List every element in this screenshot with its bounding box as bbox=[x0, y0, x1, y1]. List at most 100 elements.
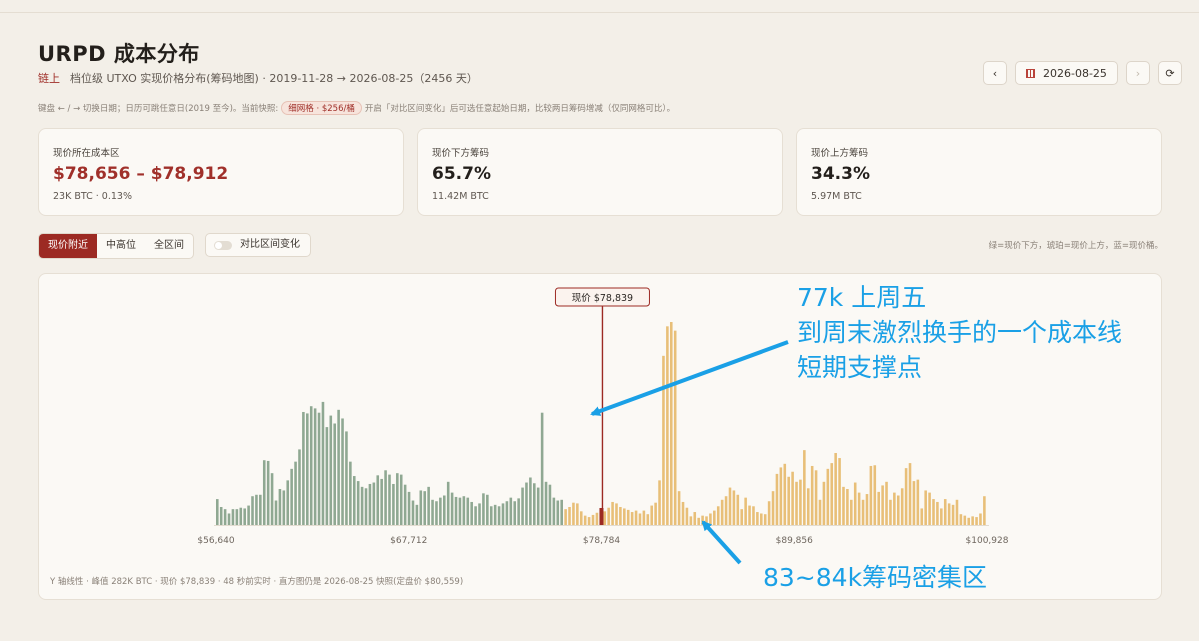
histogram-bar bbox=[881, 485, 884, 525]
histogram-bar bbox=[380, 478, 383, 525]
tab-full-range[interactable]: 全区间 bbox=[145, 234, 193, 258]
histogram-bar bbox=[611, 501, 614, 525]
histogram-bar bbox=[626, 509, 630, 525]
histogram-bar bbox=[407, 491, 411, 525]
histogram-bar bbox=[345, 431, 348, 525]
histogram-bar bbox=[889, 499, 892, 525]
histogram-bar bbox=[912, 481, 916, 525]
histogram-bar bbox=[583, 515, 587, 525]
histogram-bar bbox=[278, 489, 282, 525]
histogram-bar bbox=[337, 409, 340, 525]
toggle-switch-icon bbox=[214, 240, 232, 250]
histogram-bar bbox=[231, 509, 235, 525]
keyboard-hint: 键盘 ← / → 切换日期；日历可跳任意日(2019 至今)。当前快照: 细网格 … bbox=[38, 101, 675, 115]
histogram-bar bbox=[756, 512, 759, 525]
histogram-bar bbox=[564, 509, 567, 525]
compare-range-toggle[interactable]: 对比区间变化 bbox=[205, 233, 311, 257]
refresh-button[interactable]: ⟳ bbox=[1157, 61, 1182, 85]
histogram-bar bbox=[936, 501, 939, 525]
histogram-bar bbox=[826, 468, 830, 525]
histogram-bar bbox=[341, 418, 344, 525]
histogram-bar bbox=[818, 499, 822, 525]
histogram-bar bbox=[411, 500, 415, 525]
histogram-bar bbox=[313, 408, 317, 525]
chain-tag: 链上 bbox=[38, 72, 60, 85]
chart-footnote: Y 轴线性 · 峰值 282K BTC · 现价 $78,839 · 48 秒前… bbox=[50, 577, 464, 587]
next-day-button[interactable]: › bbox=[1125, 61, 1150, 85]
histogram-bar bbox=[325, 427, 329, 525]
histogram-bar bbox=[955, 499, 959, 525]
page-title: URPD 成本分布 bbox=[38, 42, 200, 66]
refresh-icon: ⟳ bbox=[1165, 66, 1175, 80]
histogram-bar bbox=[243, 508, 246, 525]
histogram-bar bbox=[615, 503, 618, 525]
histogram-bar bbox=[306, 413, 309, 525]
histogram-bar bbox=[525, 482, 528, 525]
histogram-bar bbox=[638, 513, 642, 525]
histogram-bar bbox=[533, 483, 536, 525]
histogram-bar bbox=[947, 503, 951, 525]
histogram-bar bbox=[924, 490, 927, 525]
prev-day-button[interactable]: ‹ bbox=[983, 61, 1007, 85]
histogram-bar bbox=[967, 517, 971, 525]
histogram-bar bbox=[235, 509, 239, 525]
histogram-bar bbox=[771, 491, 775, 525]
histogram-bar bbox=[662, 355, 665, 525]
annotation-83k-zone: 83~84k筹码密集区 bbox=[763, 563, 988, 592]
histogram-bar bbox=[830, 463, 834, 525]
histogram-bar bbox=[744, 497, 747, 525]
histogram-bar bbox=[971, 516, 974, 525]
histogram-bar bbox=[251, 496, 254, 525]
histogram-bar bbox=[940, 508, 943, 525]
histogram-bar bbox=[783, 463, 787, 525]
histogram-bar bbox=[556, 500, 560, 525]
histogram-bar bbox=[701, 515, 704, 525]
histogram-bar bbox=[501, 503, 505, 525]
histogram-bar bbox=[943, 499, 947, 525]
histogram-bar bbox=[760, 513, 763, 525]
histogram-bar bbox=[720, 499, 724, 525]
histogram-bar bbox=[775, 473, 779, 525]
histogram-bar bbox=[767, 501, 771, 525]
date-picker-button[interactable]: 2026-08-25 bbox=[1015, 61, 1118, 85]
histogram-bar bbox=[415, 504, 419, 525]
histogram-bar bbox=[454, 496, 458, 525]
histogram-bar bbox=[368, 483, 372, 525]
card-label: 现价下方筹码 bbox=[432, 148, 490, 159]
card-sub: 5.97M BTC bbox=[811, 191, 862, 202]
top-divider bbox=[0, 12, 1199, 13]
histogram-bar bbox=[748, 505, 751, 525]
annotation-line: 77k 上周五 bbox=[797, 283, 927, 312]
tab-near-price[interactable]: 现价附近 bbox=[39, 234, 97, 258]
histogram-bar bbox=[216, 499, 219, 525]
histogram-bar bbox=[795, 481, 798, 525]
histogram-bar bbox=[697, 517, 700, 525]
histogram-bar bbox=[713, 510, 716, 525]
histogram-bar bbox=[865, 494, 869, 525]
histogram-bar bbox=[486, 494, 489, 525]
histogram-bar bbox=[290, 468, 293, 525]
tab-mid-high[interactable]: 中高位 bbox=[97, 234, 145, 258]
histogram-bar bbox=[431, 499, 434, 525]
histogram-bar bbox=[540, 412, 544, 525]
card-value: $78,656 – $78,912 bbox=[53, 164, 229, 184]
histogram-bar bbox=[568, 507, 571, 525]
histogram-bar bbox=[791, 471, 794, 525]
histogram-bar bbox=[505, 501, 509, 525]
histogram-bar bbox=[493, 504, 497, 525]
histogram-bar bbox=[654, 502, 657, 525]
histogram-bar bbox=[349, 461, 352, 525]
histogram-bar bbox=[435, 501, 438, 525]
histogram-bar bbox=[673, 330, 677, 525]
histogram-bar bbox=[877, 491, 880, 525]
compare-toggle-label: 对比区间变化 bbox=[240, 239, 300, 250]
x-tick-label: $56,640 bbox=[197, 536, 234, 546]
histogram-bar bbox=[579, 511, 583, 525]
histogram-bar bbox=[513, 501, 517, 525]
histogram-bar bbox=[705, 516, 708, 525]
histogram-bar bbox=[666, 326, 669, 525]
histogram-bar bbox=[403, 484, 407, 525]
histogram-bar bbox=[806, 488, 810, 525]
histogram-bar bbox=[376, 475, 380, 525]
histogram-bar bbox=[623, 508, 626, 525]
